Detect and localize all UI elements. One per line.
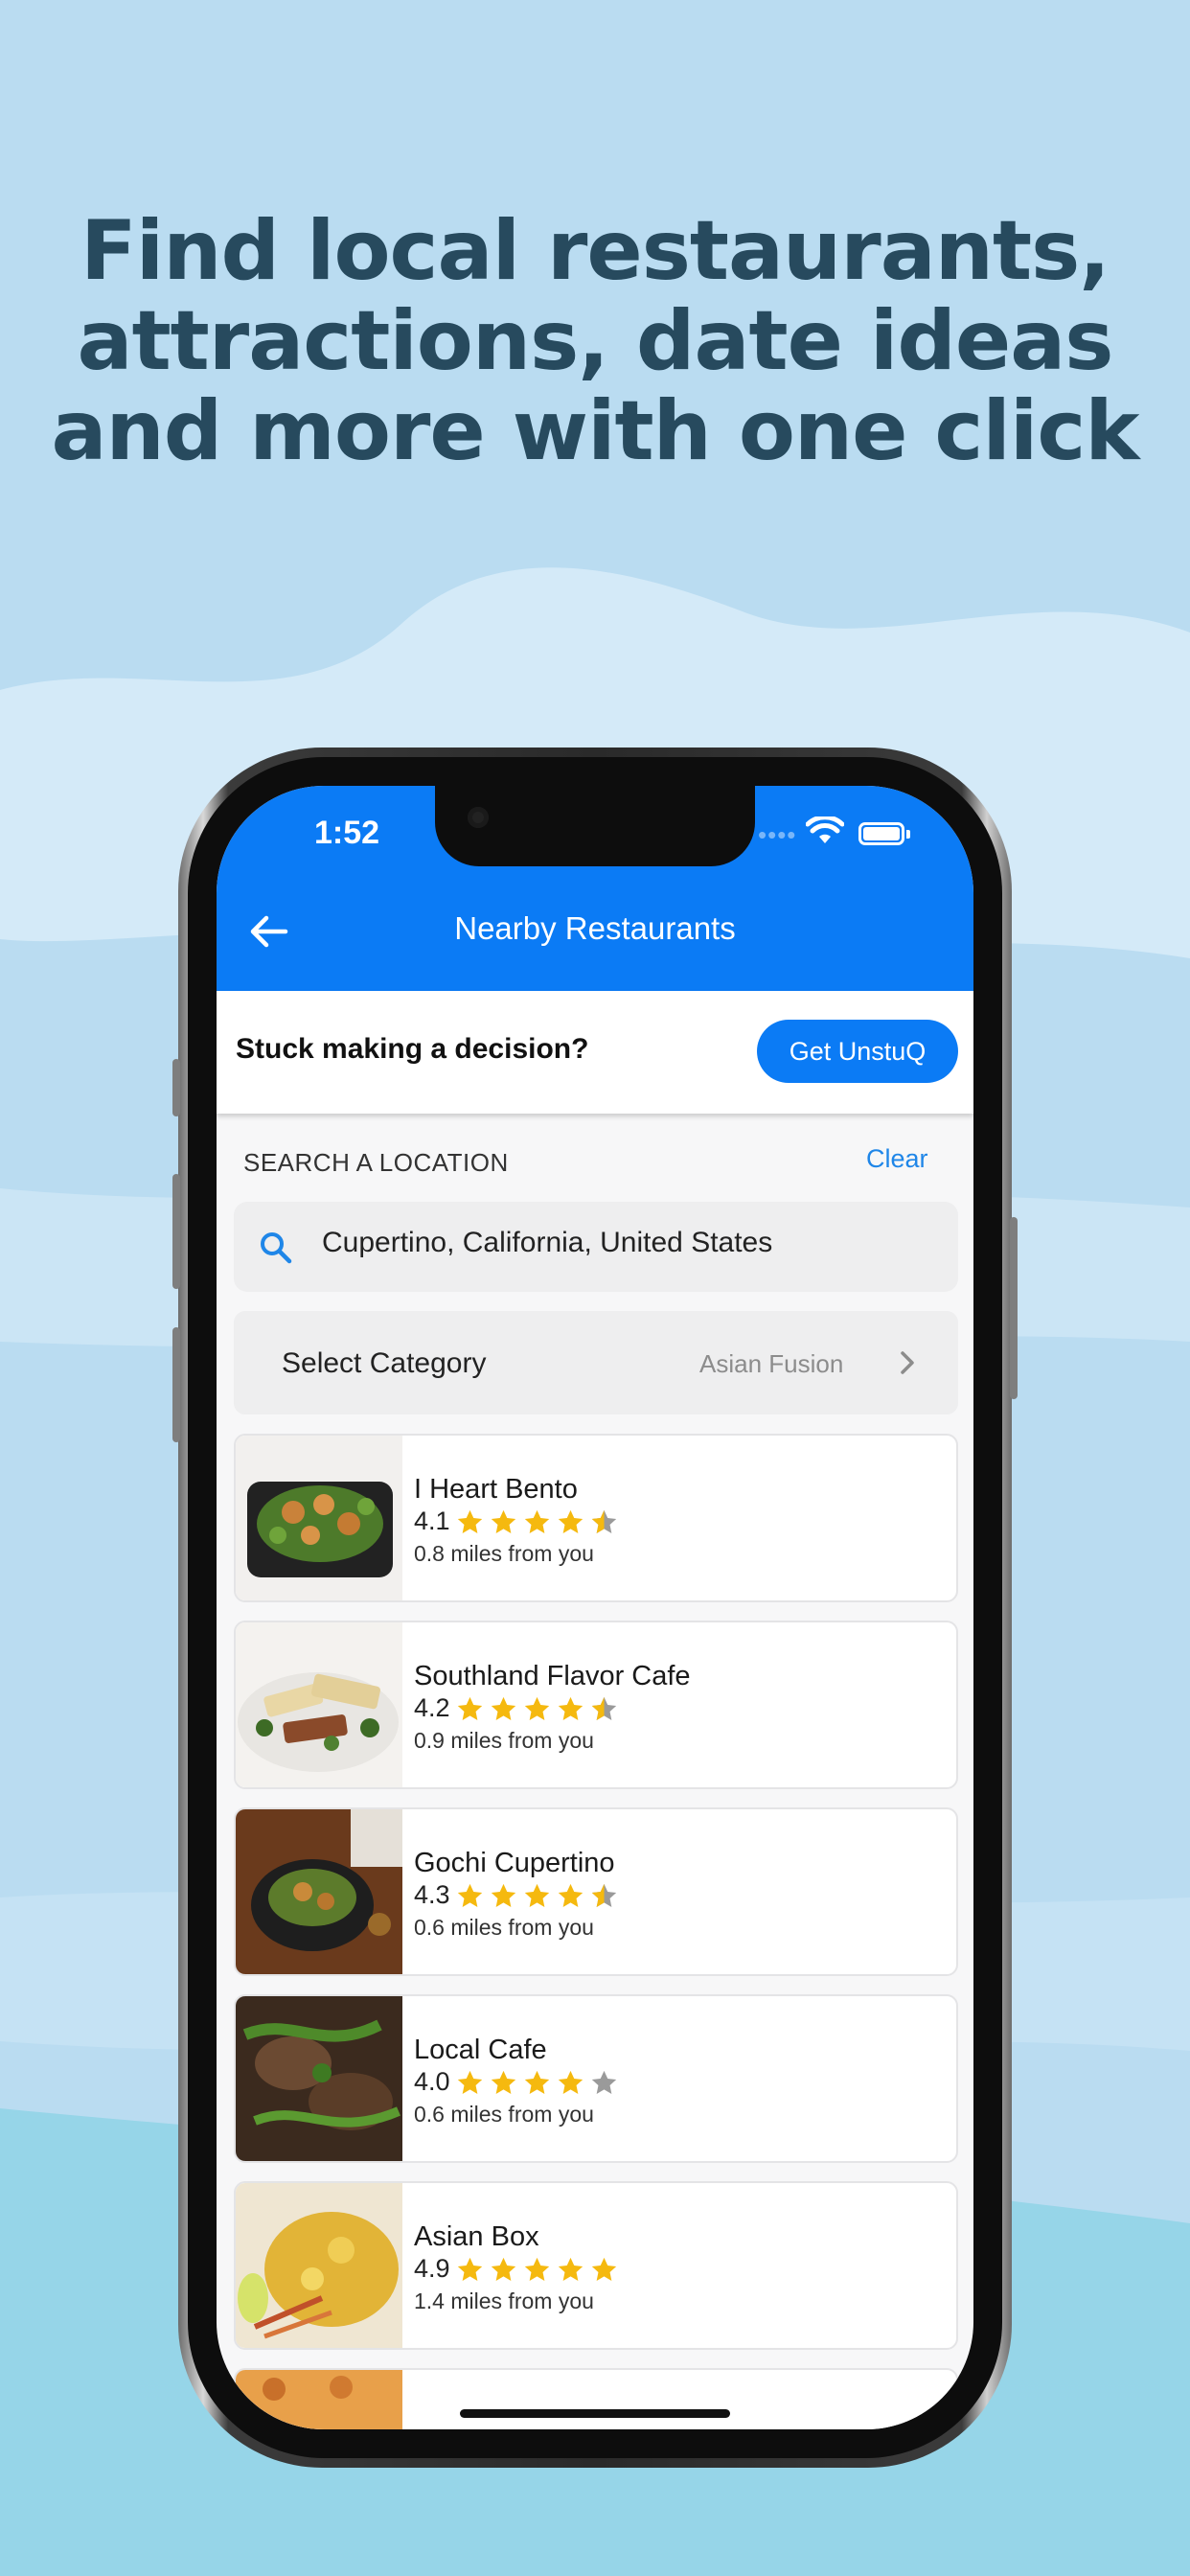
- restaurant-card[interactable]: Southland Flavor Cafe 4.2 0.9 miles from…: [234, 1621, 958, 1789]
- star-half-icon: [591, 1696, 617, 1720]
- star-full-icon: [457, 2257, 483, 2281]
- restaurant-photo: [236, 2370, 402, 2429]
- page-title: Nearby Restaurants: [454, 910, 736, 946]
- star-full-icon: [524, 1696, 550, 1720]
- star-full-icon: [558, 1509, 584, 1533]
- restaurant-photo: [236, 1996, 402, 2161]
- star-rating: [456, 1882, 618, 1910]
- star-full-icon: [558, 2070, 584, 2094]
- headline: Find local restaurants, attractions, dat…: [0, 206, 1190, 476]
- signal-icon: ••••: [758, 820, 797, 849]
- star-rating: [456, 2069, 618, 2097]
- star-full-icon: [524, 1883, 550, 1907]
- home-indicator[interactable]: [460, 2409, 730, 2418]
- clear-button[interactable]: Clear: [866, 1144, 928, 1174]
- star-full-icon: [558, 2257, 584, 2281]
- app-screen: 1:52 •••• Nearby Restaurants Stuck makin…: [217, 786, 973, 2429]
- star-half-icon: [591, 1509, 617, 1533]
- restaurant-distance: 0.6 miles from you: [414, 2102, 594, 2127]
- star-full-icon: [524, 2257, 550, 2281]
- side-button-power: [1010, 1217, 1018, 1399]
- restaurant-rating: 4.1: [414, 1506, 450, 1535]
- star-half-icon: [591, 1883, 617, 1907]
- restaurant-photo: [236, 1809, 402, 1974]
- get-unstuq-button[interactable]: Get UnstuQ: [757, 1020, 958, 1083]
- star-full-icon: [457, 1883, 483, 1907]
- star-rating: [456, 1508, 618, 1536]
- chevron-right-icon: [901, 1351, 914, 1374]
- star-full-icon: [491, 1509, 516, 1533]
- star-rating: [456, 1695, 618, 1723]
- star-empty-icon: [591, 2070, 617, 2094]
- star-full-icon: [491, 1883, 516, 1907]
- star-full-icon: [457, 1509, 483, 1533]
- headline-line-3: and more with one click: [51, 383, 1139, 479]
- star-full-icon: [558, 1696, 584, 1720]
- select-category-row[interactable]: Select Category Asian Fusion: [234, 1311, 958, 1414]
- restaurant-rating: 4.9: [414, 2254, 450, 2283]
- decision-banner: Stuck making a decision? Get UnstuQ: [217, 991, 973, 1114]
- restaurant-photo: [236, 2183, 402, 2348]
- star-full-icon: [491, 2257, 516, 2281]
- star-full-icon: [491, 1696, 516, 1720]
- restaurant-rating: 4.0: [414, 2067, 450, 2096]
- restaurant-distance: 0.8 miles from you: [414, 1541, 594, 1566]
- side-button-volume-down: [172, 1327, 180, 1442]
- side-button-mute: [172, 1059, 180, 1116]
- star-full-icon: [591, 2257, 617, 2281]
- headline-line-2: attractions, date ideas: [77, 293, 1114, 389]
- restaurant-card[interactable]: I Heart Bento 4.1 0.8 miles from you: [234, 1434, 958, 1602]
- battery-cap: [906, 830, 910, 839]
- camera-icon: [468, 807, 489, 828]
- restaurant-rating: 4.3: [414, 1880, 450, 1909]
- restaurant-distance: 1.4 miles from you: [414, 2288, 594, 2313]
- star-full-icon: [457, 1696, 483, 1720]
- battery-icon: [858, 822, 904, 845]
- search-section-label: SEARCH A LOCATION: [243, 1148, 509, 1177]
- restaurant-card[interactable]: Local Cafe 4.0 0.6 miles from you: [234, 1994, 958, 2163]
- star-full-icon: [457, 2070, 483, 2094]
- restaurant-name: Gochi Cupertino: [414, 1848, 615, 1878]
- notch: [435, 786, 755, 866]
- restaurant-distance: 0.6 miles from you: [414, 1915, 594, 1940]
- wifi-icon: [806, 816, 844, 843]
- search-icon: [261, 1232, 292, 1264]
- restaurant-card[interactable]: Gochi Cupertino 4.3 0.6 miles from you: [234, 1807, 958, 1976]
- restaurant-name: Asian Box: [414, 2221, 539, 2252]
- category-value: Asian Fusion: [699, 1349, 844, 1378]
- star-full-icon: [558, 1883, 584, 1907]
- category-label: Select Category: [282, 1347, 487, 1379]
- restaurant-photo: [236, 1622, 402, 1787]
- star-rating: [456, 2256, 618, 2284]
- status-time: 1:52: [314, 815, 380, 851]
- star-full-icon: [524, 1509, 550, 1533]
- star-full-icon: [491, 2070, 516, 2094]
- restaurant-rating: 4.2: [414, 1693, 450, 1722]
- location-value: Cupertino, California, United States: [322, 1227, 773, 1258]
- restaurant-distance: 0.9 miles from you: [414, 1728, 594, 1753]
- star-full-icon: [524, 2070, 550, 2094]
- phone-frame: 1:52 •••• Nearby Restaurants Stuck makin…: [172, 748, 1018, 2468]
- restaurant-photo: [236, 1436, 402, 1600]
- restaurant-name: I Heart Bento: [414, 1474, 578, 1505]
- restaurant-name: Local Cafe: [414, 2035, 547, 2065]
- decision-prompt: Stuck making a decision?: [236, 1033, 589, 1065]
- location-search-input[interactable]: Cupertino, California, United States: [234, 1202, 958, 1292]
- side-button-volume-up: [172, 1174, 180, 1289]
- headline-line-1: Find local restaurants,: [80, 203, 1110, 299]
- restaurant-name: Southland Flavor Cafe: [414, 1661, 691, 1691]
- restaurant-card[interactable]: Asian Box 4.9 1.4 miles from you: [234, 2181, 958, 2350]
- restaurant-card-partial[interactable]: [234, 2368, 958, 2429]
